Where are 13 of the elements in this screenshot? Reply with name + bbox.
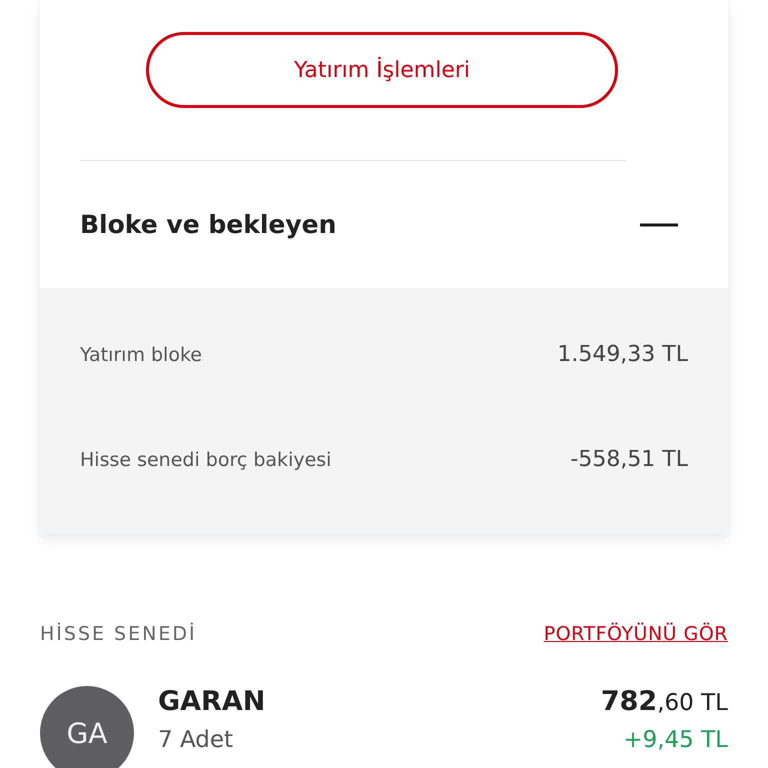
- stock-price: 782,60 TL: [600, 686, 728, 717]
- investment-button[interactable]: Yatırım İşlemleri: [146, 32, 618, 108]
- detail-value: -558,51 TL: [570, 447, 688, 472]
- stock-quantity: 7 Adet: [158, 727, 234, 753]
- price-change: +9,45 TL: [623, 727, 728, 753]
- stock-symbol: GARAN: [158, 686, 266, 717]
- section-title: Bloke ve bekleyen: [80, 210, 336, 239]
- portfolio-link[interactable]: PORTFÖYÜNÜ GÖR: [544, 623, 728, 645]
- detail-label: Yatırım bloke: [80, 344, 202, 366]
- section-heading: HİSSE SENEDİ: [40, 623, 197, 645]
- detail-label: Hisse senedi borç bakiyesi: [80, 448, 332, 470]
- detail-value: 1.549,33 TL: [557, 342, 688, 367]
- initials-avatar: GA: [40, 686, 134, 768]
